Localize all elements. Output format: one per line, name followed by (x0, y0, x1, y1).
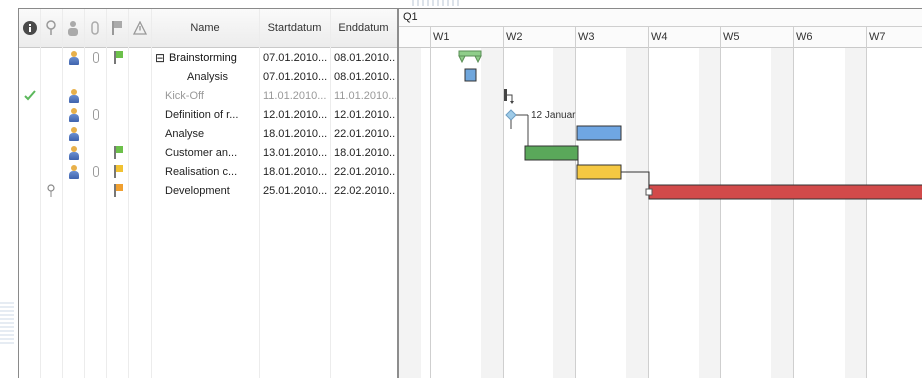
bar-development[interactable] (648, 184, 922, 200)
task-start: 13.01.2010... (263, 146, 328, 159)
task-start: 12.01.2010... (263, 108, 328, 121)
task-row[interactable]: ⊟ Brainstorming 07.01.2010... 08.01.2010... (19, 48, 397, 67)
bar-realisation[interactable] (576, 164, 622, 180)
task-end: 22.02.2010... (334, 184, 396, 197)
resource-icon[interactable] (68, 86, 80, 105)
resource-icon[interactable] (68, 105, 80, 124)
side-decoration (0, 300, 14, 344)
summary-bar-brainstorming[interactable] (458, 50, 482, 64)
column-header-end[interactable]: Enddatum (330, 9, 397, 47)
info-header-icon[interactable] (19, 9, 41, 47)
gantt-control: Name Startdatum Enddatum ⊟ Brainstorming 0… (18, 8, 922, 378)
task-start: 25.01.2010... (263, 184, 328, 197)
alert-header-icon[interactable] (128, 9, 152, 47)
resource-icon[interactable] (68, 48, 80, 67)
task-name: Brainstorming (169, 51, 237, 64)
task-name: Customer an... (165, 146, 238, 159)
column-header-name[interactable]: Name (151, 9, 260, 47)
bar-customer[interactable] (524, 145, 579, 161)
task-name: Kick-Off (165, 89, 204, 102)
priority-header-icon[interactable] (106, 9, 129, 47)
bar-kickoff[interactable] (504, 89, 514, 104)
task-end: 18.01.2010... (334, 146, 396, 159)
task-row[interactable]: Definition of r... 12.01.2010... 12.01.201… (19, 105, 397, 124)
resource-header-icon[interactable] (62, 9, 85, 47)
resource-icon[interactable] (68, 143, 80, 162)
task-end: 12.01.2010... (334, 108, 396, 121)
bar-analysis[interactable] (464, 68, 477, 82)
resource-icon[interactable] (68, 124, 80, 143)
task-name: Analysis (187, 70, 228, 83)
pin-header-icon[interactable] (40, 9, 63, 47)
check-icon (22, 86, 38, 105)
task-end: 22.01.2010... (334, 165, 396, 178)
bar-analyse[interactable] (576, 125, 622, 141)
gantt-chart: Q1 W1 W2 W3 W4 W5 W6 W7 12 Januar (399, 9, 922, 378)
pin-icon (43, 181, 59, 200)
attachment-icon[interactable] (92, 48, 100, 67)
task-row[interactable]: Customer an... 13.01.2010... 18.01.2010... (19, 143, 397, 162)
task-start: 07.01.2010... (263, 70, 328, 83)
task-start: 07.01.2010... (263, 51, 328, 64)
task-end: 08.01.2010... (334, 51, 396, 64)
task-name: Definition of r... (165, 108, 239, 121)
top-decoration (412, 0, 462, 6)
task-name: Development (165, 184, 230, 197)
column-header-start[interactable]: Startdatum (259, 9, 331, 47)
grid-header: Name Startdatum Enddatum (19, 9, 397, 48)
task-end: 08.01.2010... (334, 70, 396, 83)
task-grid: Name Startdatum Enddatum ⊟ Brainstorming 0… (19, 9, 397, 378)
task-start: 11.01.2010... (263, 89, 327, 102)
task-start: 18.01.2010... (263, 165, 328, 178)
milestone-label: 12 Januar (531, 110, 576, 121)
task-end: 11.01.2010... (334, 89, 396, 102)
task-name: Analyse (165, 127, 205, 140)
task-row[interactable]: Realisation c... 18.01.2010... 22.01.2010.… (19, 162, 397, 181)
flag-icon[interactable] (112, 143, 124, 162)
task-row[interactable]: Analysis 07.01.2010... 08.01.2010... (19, 67, 397, 86)
attachment-header-icon[interactable] (84, 9, 107, 47)
attachment-icon[interactable] (92, 105, 100, 124)
attachment-icon[interactable] (92, 162, 100, 181)
task-row[interactable]: Development 25.01.2010... 22.02.2010... (19, 181, 397, 200)
task-row[interactable]: Analyse 18.01.2010... 22.01.2010... (19, 124, 397, 143)
task-name: Realisation c... (165, 165, 238, 178)
resource-icon[interactable] (68, 162, 80, 181)
flag-icon[interactable] (112, 181, 124, 200)
flag-icon[interactable] (112, 48, 124, 67)
gantt-canvas: 12 Januar (458, 50, 922, 200)
flag-icon[interactable] (112, 162, 124, 181)
task-end: 22.01.2010... (334, 127, 396, 140)
task-row[interactable]: Kick-Off 11.01.2010... 11.01.2010... (19, 86, 397, 105)
collapse-toggle[interactable]: ⊟ (155, 48, 169, 67)
task-start: 18.01.2010... (263, 127, 328, 140)
